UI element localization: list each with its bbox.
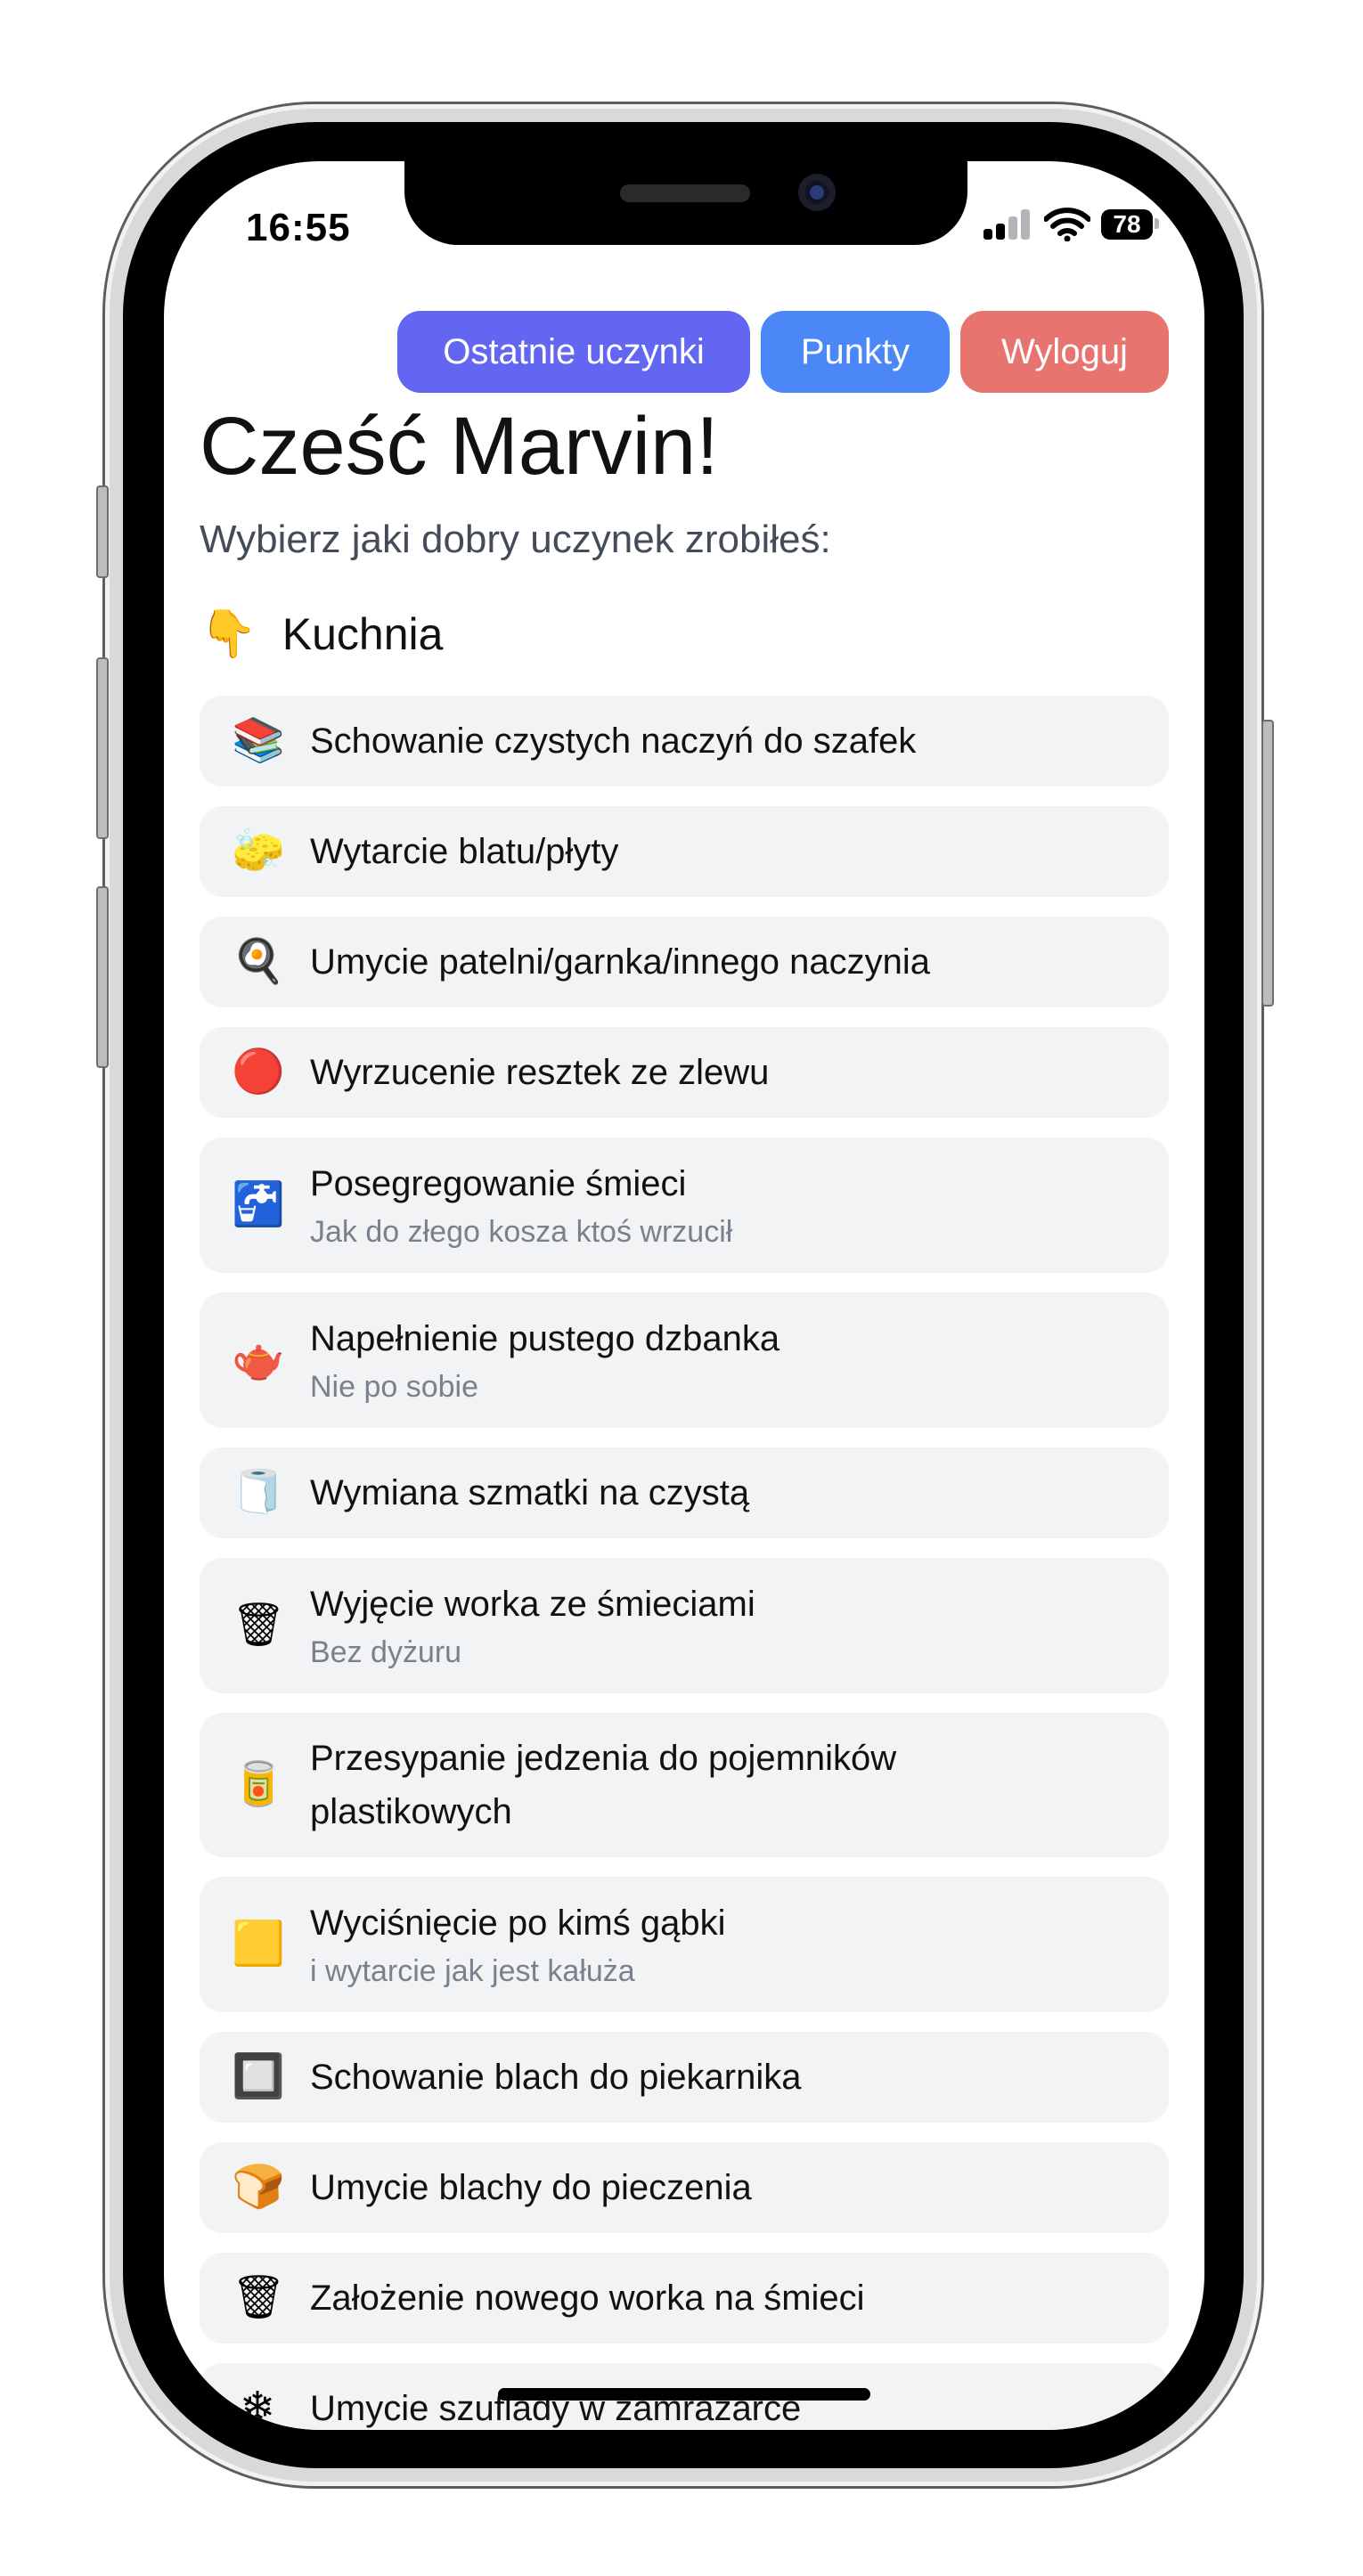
status-indicators: 78: [983, 208, 1171, 243]
volume-up-button: [96, 657, 109, 839]
deed-item[interactable]: 🟨 Wyciśnięcie po kimś gąbki i wytarcie j…: [200, 1877, 1169, 2012]
deed-note: Jak do złego kosza ktoś wrzucił: [310, 1215, 733, 1249]
deed-item[interactable]: 🚰 Posegregowanie śmieci Jak do złego kos…: [200, 1137, 1169, 1273]
home-indicator[interactable]: [498, 2388, 870, 2401]
deed-label: Posegregowanie śmieci: [310, 1164, 687, 1203]
screen: 16:55 78 Ostatnie uczynki Punkty Wyloguj…: [164, 161, 1204, 2430]
deed-item[interactable]: 🫖 Napełnienie pustego dzbanka Nie po sob…: [200, 1292, 1169, 1428]
points-button[interactable]: Punkty: [761, 311, 950, 393]
battery-tip: [1155, 218, 1159, 229]
notch: [404, 161, 967, 245]
page-title: Cześć Marvin!: [200, 401, 719, 492]
deed-item[interactable]: 🧽 Wytarcie blatu/płyty: [200, 806, 1169, 897]
deed-label: Wytarcie blatu/płyty: [310, 832, 619, 871]
deed-label: Napełnienie pustego dzbanka: [310, 1319, 780, 1358]
dishes-stack-icon: 📚: [232, 717, 285, 764]
trash-bag-out-icon: 🗑: [232, 1602, 286, 1649]
deed-label: Założenie nowego worka na śmieci: [310, 2278, 865, 2318]
status-time: 16:55: [246, 206, 351, 249]
food-container-icon: 🥫: [232, 1761, 285, 1808]
deed-item[interactable]: 🔴 Wyrzucenie resztek ze zlewu: [200, 1027, 1169, 1118]
oven-icon: 🔲: [232, 2053, 285, 2100]
deed-item[interactable]: 📚 Schowanie czystych naczyń do szafek: [200, 696, 1169, 787]
deed-note: Bez dyżuru: [310, 1635, 462, 1669]
deed-label: Schowanie czystych naczyń do szafek: [310, 721, 917, 761]
deed-item[interactable]: 🗑 Założenie nowego worka na śmieci: [200, 2253, 1169, 2344]
deed-item[interactable]: 🔲 Schowanie blach do piekarnika: [200, 2032, 1169, 2123]
sponge-icon: 🟨: [232, 1920, 285, 1968]
deed-label: Umycie patelni/garnka/innego naczynia: [310, 942, 930, 982]
deed-label: Przesypanie jedzenia do pojemników plast…: [310, 1739, 897, 1831]
baking-tray-icon: 🍞: [232, 2164, 285, 2211]
top-actions: Ostatnie uczynki Punkty Wyloguj: [397, 311, 1169, 393]
volume-down-button: [96, 886, 109, 1068]
towel-icon: 🧻: [232, 1469, 285, 1516]
deed-label: Wyrzucenie resztek ze zlewu: [310, 1053, 770, 1092]
signal-icon: [983, 208, 1033, 241]
logout-button[interactable]: Wyloguj: [960, 311, 1169, 393]
wiping-hand-icon: 🧽: [232, 827, 285, 875]
freezer-icon: ❄: [239, 2384, 276, 2430]
deed-item[interactable]: 🍞 Umycie blachy do pieczenia: [200, 2142, 1169, 2233]
deed-label: Umycie blachy do pieczenia: [310, 2168, 752, 2207]
deed-label: Wyciśnięcie po kimś gąbki: [310, 1903, 726, 1943]
deed-list: 📚 Schowanie czystych naczyń do szafek 🧽 …: [200, 696, 1169, 2430]
wifi-icon: [1044, 208, 1090, 241]
front-camera: [798, 174, 836, 211]
recycle-tap-icon: 🚰: [232, 1181, 285, 1228]
deed-item[interactable]: 🧻 Wymiana szmatki na czystą: [200, 1447, 1169, 1538]
section-header-kitchen: 👇 Kuchnia: [200, 607, 443, 661]
mute-switch: [96, 485, 109, 578]
deed-item[interactable]: 🥫 Przesypanie jedzenia do pojemników pla…: [200, 1713, 1169, 1857]
recent-deeds-button[interactable]: Ostatnie uczynki: [397, 311, 750, 393]
deed-label: Wyjęcie worka ze śmieciami: [310, 1585, 755, 1624]
section-title: Kuchnia: [282, 608, 444, 659]
deed-label: Schowanie blach do piekarnika: [310, 2058, 802, 2097]
deed-note: i wytarcie jak jest kałuża: [310, 1954, 635, 1988]
trash-can-icon: 🗑: [232, 2274, 286, 2321]
battery-icon: 78: [1101, 209, 1153, 240]
sink-drain-icon: 🔴: [232, 1048, 285, 1096]
deed-note: Nie po sobie: [310, 1370, 479, 1404]
deed-item[interactable]: 🗑 Wyjęcie worka ze śmieciami Bez dyżuru: [200, 1558, 1169, 1693]
page-subtitle: Wybierz jaki dobry uczynek zrobiłeś:: [200, 518, 831, 561]
frying-pan-icon: 🍳: [232, 938, 285, 985]
deed-label: Wymiana szmatki na czystą: [310, 1473, 750, 1512]
power-button: [1261, 720, 1274, 1007]
pointing-down-icon: 👇: [200, 608, 257, 660]
deed-item[interactable]: 🍳 Umycie patelni/garnka/innego naczynia: [200, 917, 1169, 1007]
water-jug-icon: 🫖: [232, 1336, 285, 1383]
earpiece-speaker: [620, 184, 750, 202]
